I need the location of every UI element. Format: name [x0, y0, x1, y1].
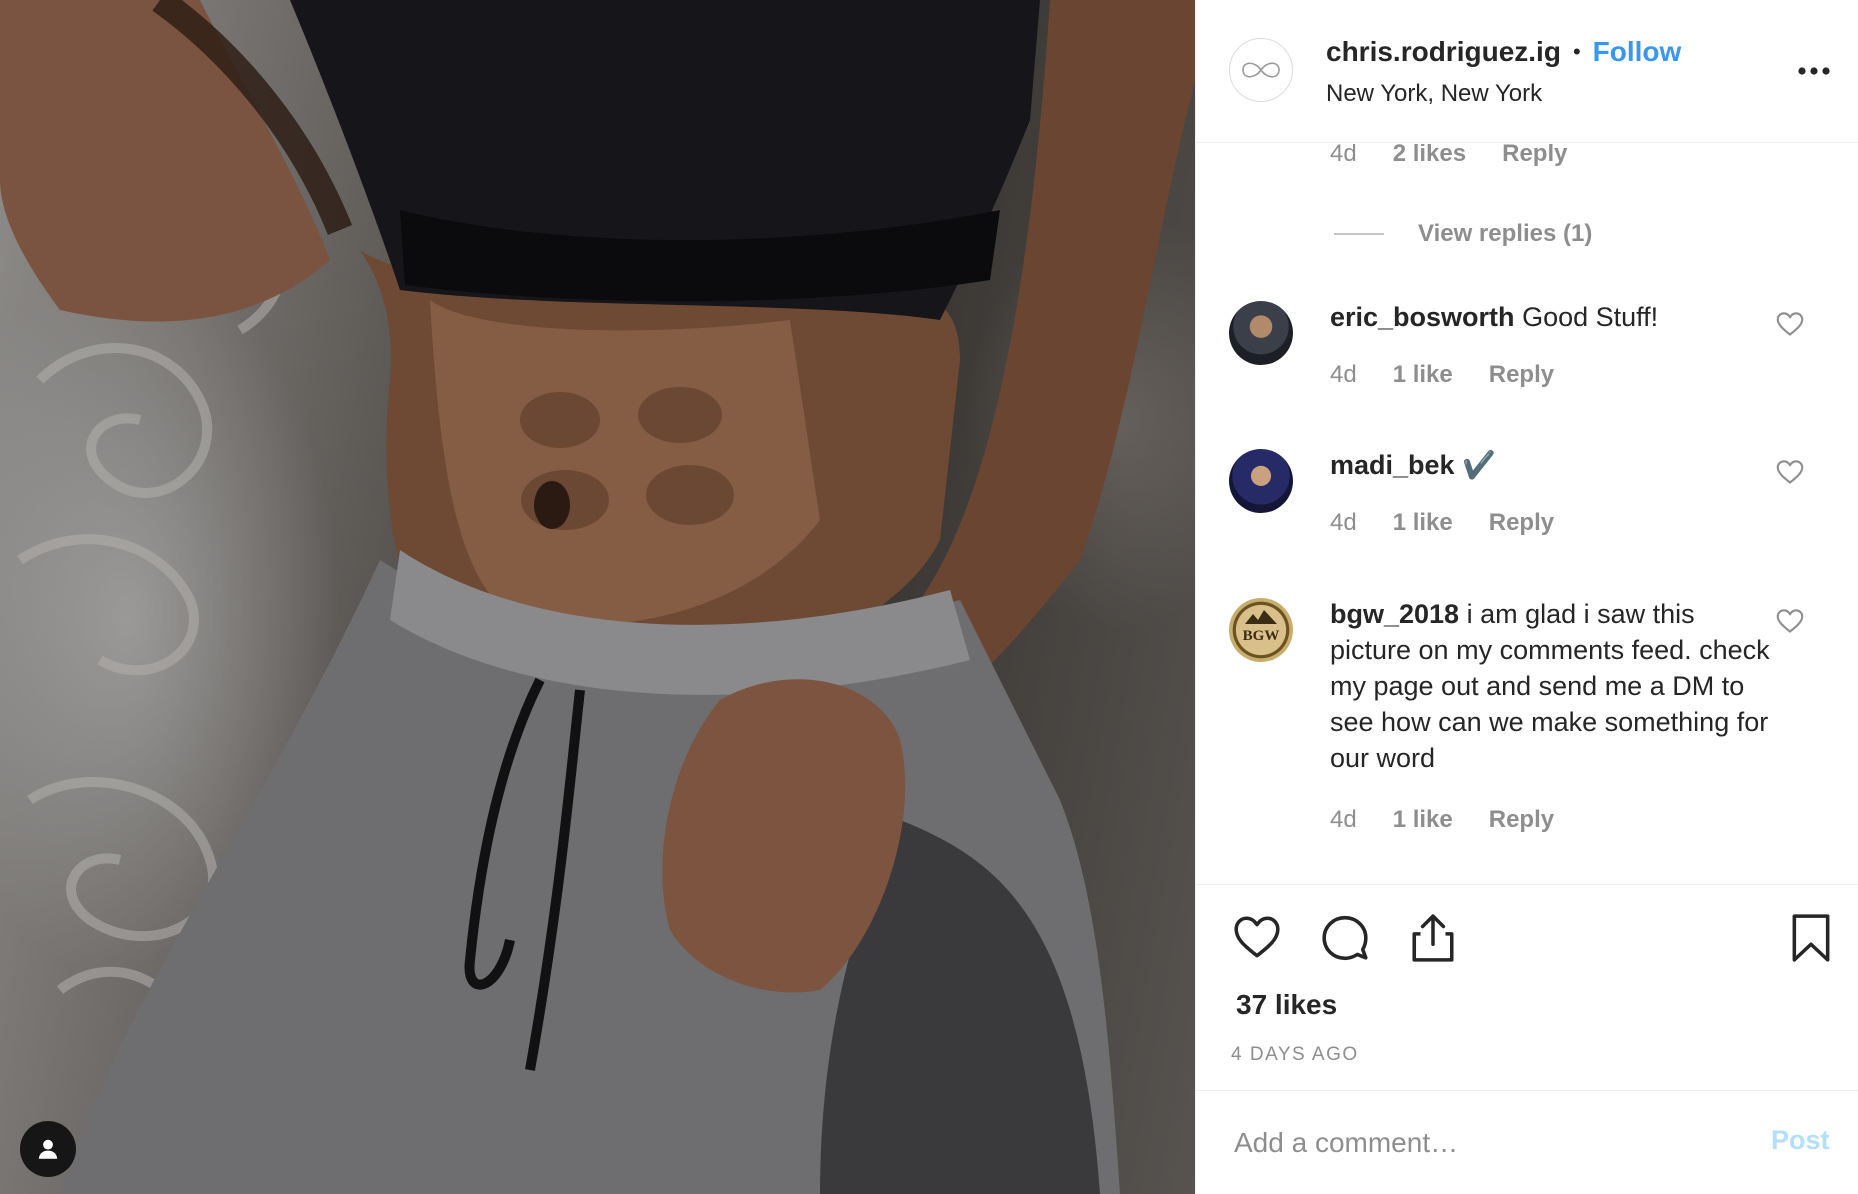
author-line: chris.rodriguez.ig • Follow — [1326, 36, 1681, 68]
comment-icon[interactable] — [1320, 913, 1370, 963]
header-separator: • — [1572, 39, 1581, 64]
commenter-avatar[interactable] — [1229, 449, 1293, 513]
comment-time[interactable]: 4d — [1330, 806, 1357, 834]
post-location[interactable]: New York, New York — [1326, 80, 1542, 108]
post-actions: 37 likes 4 DAYS AGO Post — [1196, 884, 1858, 1194]
post-timestamp[interactable]: 4 DAYS AGO — [1231, 1044, 1359, 1066]
reply-button[interactable]: Reply — [1489, 806, 1554, 834]
bgw-logo-text: BGW — [1243, 628, 1280, 644]
post-photo[interactable] — [0, 0, 1195, 1194]
comment-meta: 4d 1 like Reply — [1330, 509, 1590, 537]
fitness-photo-illustration — [0, 0, 1195, 1194]
author-avatar[interactable] — [1229, 38, 1293, 102]
comment-likes[interactable]: 1 like — [1393, 361, 1453, 389]
commenter-username[interactable]: madi_bek — [1330, 450, 1455, 480]
comment-like-heart-icon[interactable] — [1776, 459, 1804, 485]
user-tag-icon — [38, 1139, 58, 1159]
commenter-avatar[interactable] — [1229, 301, 1293, 365]
verified-check-icon: ✔️ — [1462, 450, 1496, 480]
add-comment-input[interactable] — [1234, 1121, 1714, 1165]
comment-text: eric_bosworth Good Stuff! — [1330, 299, 1770, 335]
bookmark-icon[interactable] — [1786, 913, 1836, 963]
share-icon[interactable] — [1408, 913, 1458, 963]
infinity-logo-icon — [1242, 62, 1280, 78]
more-options-icon[interactable] — [1794, 56, 1834, 86]
comment-meta: 4d 1 like Reply — [1330, 806, 1590, 834]
post-comment-button[interactable]: Post — [1771, 1125, 1830, 1156]
post-header: chris.rodriguez.ig • Follow New York, Ne… — [1196, 0, 1858, 143]
post-side-panel: chris.rodriguez.ig • Follow New York, Ne… — [1195, 0, 1858, 1194]
comment-likes[interactable]: 1 like — [1393, 806, 1453, 834]
heart-icon[interactable] — [1232, 913, 1282, 963]
follow-button[interactable]: Follow — [1593, 36, 1682, 68]
view-replies-label: View replies (1) — [1418, 220, 1593, 247]
bgw-logo-icon: BGW — [1243, 610, 1280, 644]
replies-divider-line — [1334, 233, 1384, 235]
reply-button[interactable]: Reply — [1489, 509, 1554, 537]
commenter-username[interactable]: eric_bosworth — [1330, 302, 1515, 332]
commenter-avatar[interactable]: BGW — [1229, 598, 1293, 662]
add-comment-row: Post — [1196, 1090, 1858, 1194]
comment-text: bgw_2018 i am glad i saw this picture on… — [1330, 596, 1770, 776]
comment-likes[interactable]: 1 like — [1393, 509, 1453, 537]
comment-time[interactable]: 4d — [1330, 144, 1357, 168]
view-replies-button[interactable]: View replies (1) — [1334, 220, 1592, 248]
comment-time[interactable]: 4d — [1330, 361, 1357, 389]
reply-button[interactable]: Reply — [1489, 361, 1554, 389]
commenter-username[interactable]: bgw_2018 — [1330, 599, 1459, 629]
comment-body: Good Stuff! — [1522, 302, 1659, 332]
likes-count[interactable]: 37 likes — [1236, 989, 1337, 1021]
comment-likes[interactable]: 2 likes — [1393, 144, 1466, 168]
comments-list[interactable]: 4d 2 likes Reply View replies (1) eric_b… — [1196, 144, 1858, 884]
comment-text: madi_bek ✔️ — [1330, 447, 1770, 483]
comment-like-heart-icon[interactable] — [1776, 608, 1804, 634]
comment-like-heart-icon[interactable] — [1776, 311, 1804, 337]
tagged-users-button[interactable] — [20, 1121, 76, 1177]
author-username[interactable]: chris.rodriguez.ig — [1326, 36, 1561, 68]
comment-time[interactable]: 4d — [1330, 509, 1357, 537]
comment-meta: 4d 1 like Reply — [1330, 361, 1590, 389]
top-comment-meta: 4d 2 likes Reply — [1330, 144, 1603, 168]
reply-button[interactable]: Reply — [1502, 144, 1567, 168]
